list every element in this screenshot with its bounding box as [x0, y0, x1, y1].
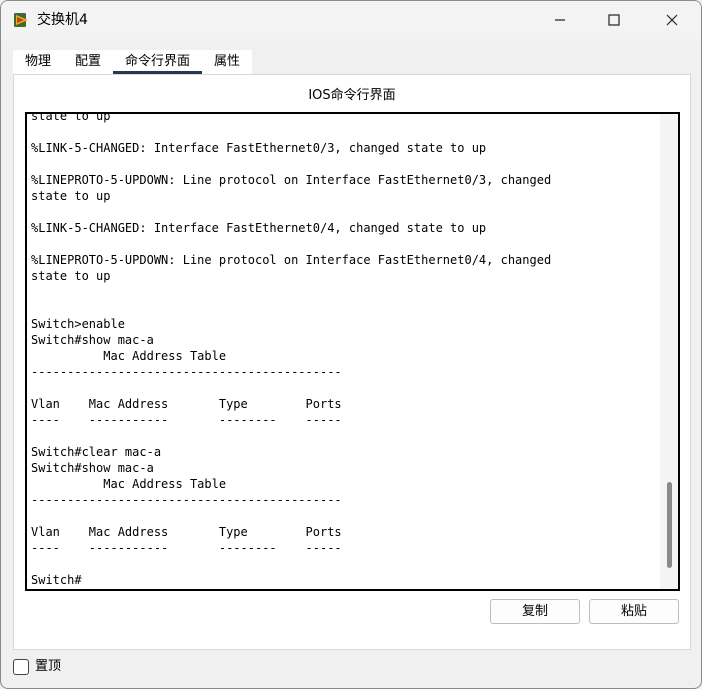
tab-label: 命令行界面	[125, 54, 191, 69]
title-bar[interactable]: 交换机4	[1, 1, 701, 39]
console-line: Switch#show mac-a	[31, 461, 154, 475]
console-line: state to up	[31, 269, 111, 283]
minimize-icon	[555, 19, 565, 21]
tab-attributes[interactable]: 属性	[202, 50, 253, 74]
maximize-button[interactable]	[591, 1, 637, 39]
panel-title: IOS命令行界面	[308, 88, 396, 103]
console-line: %LINK-5-CHANGED: Interface FastEthernet0…	[31, 221, 487, 235]
pin-on-top-row[interactable]: 置顶	[13, 658, 61, 676]
console-line: state to up	[31, 189, 111, 203]
console-line: ---- ----------- -------- -----	[31, 413, 342, 427]
console-line: Switch#show mac-a	[31, 333, 154, 347]
console-line: Switch#	[31, 573, 82, 587]
tab-physical[interactable]: 物理	[13, 50, 64, 74]
close-button[interactable]	[649, 1, 695, 39]
tab-config[interactable]: 配置	[63, 50, 114, 74]
tab-strip: 物理 配置 命令行界面 属性	[13, 50, 253, 74]
tab-label: 物理	[25, 54, 52, 69]
console-line: %LINEPROTO-5-UPDOWN: Line protocol on In…	[31, 173, 552, 187]
cli-panel: IOS命令行界面 state to up %LINK-5-CHANGED: In…	[13, 74, 691, 650]
pin-on-top-checkbox[interactable]	[13, 659, 29, 675]
console-line: %LINEPROTO-5-UPDOWN: Line protocol on In…	[31, 253, 552, 267]
minimize-button[interactable]	[537, 1, 583, 39]
tab-label: 配置	[75, 54, 102, 69]
console-line: Switch#clear mac-a	[31, 445, 162, 459]
console-line: %LINK-5-CHANGED: Interface FastEthernet0…	[31, 141, 487, 155]
console-line: Vlan Mac Address Type Ports	[31, 525, 342, 539]
console-line: Mac Address Table	[31, 477, 227, 491]
copy-button[interactable]: 复制	[490, 599, 580, 624]
console-line: Vlan Mac Address Type Ports	[31, 397, 342, 411]
console-line: ----------------------------------------…	[31, 493, 342, 507]
console-line: state to up	[31, 112, 111, 123]
paste-button[interactable]: 粘贴	[589, 599, 679, 624]
pin-on-top-label: 置顶	[35, 659, 62, 674]
console-line: Switch>enable	[31, 317, 125, 331]
close-icon	[666, 14, 678, 26]
app-icon	[14, 13, 28, 27]
tab-label: 属性	[214, 54, 241, 69]
console-scrollbar[interactable]	[660, 114, 678, 589]
scrollbar-thumb[interactable]	[667, 482, 672, 568]
console-output[interactable]: state to up %LINK-5-CHANGED: Interface F…	[31, 112, 653, 588]
console-line: ----------------------------------------…	[31, 365, 342, 379]
device-window: 交换机4 物理 配置 命令行界面 属性 IOS命令行界面 state to up…	[0, 0, 702, 689]
window-title: 交换机4	[37, 12, 88, 28]
console-line: ---- ----------- -------- -----	[31, 541, 342, 555]
maximize-icon	[608, 14, 620, 26]
terminal-console[interactable]: state to up %LINK-5-CHANGED: Interface F…	[25, 112, 680, 591]
tab-cli[interactable]: 命令行界面	[113, 50, 203, 74]
tab-container: 物理 配置 命令行界面 属性 IOS命令行界面 state to up %LIN…	[13, 50, 691, 676]
console-line: Mac Address Table	[31, 349, 227, 363]
